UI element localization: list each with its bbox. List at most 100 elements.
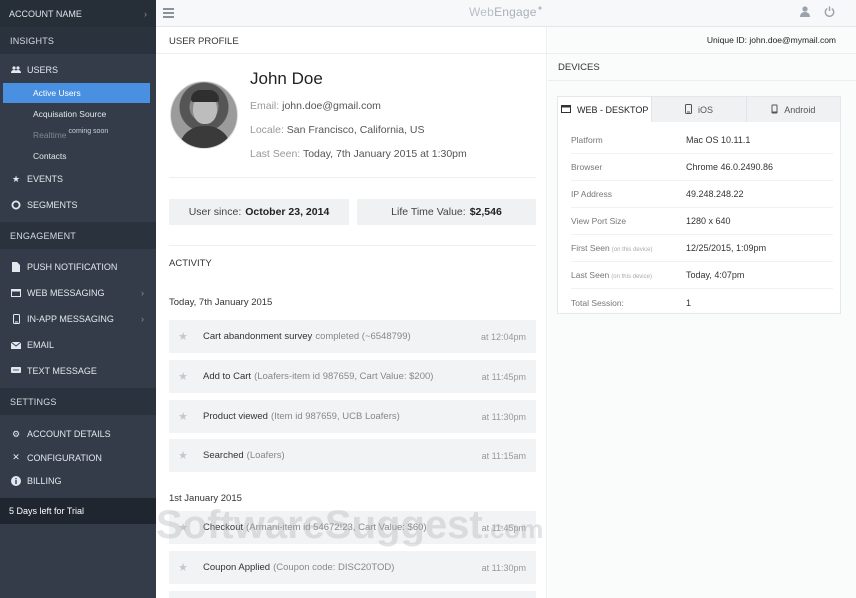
devices-column: DEVICES WEB - DESKTOP iOS Android Platfo… <box>548 27 856 598</box>
activity-time: at 11:30pm <box>481 411 526 422</box>
device-row-value: 49.248.248.22 <box>686 189 744 199</box>
sidebar-item-users[interactable]: USERS <box>0 57 156 83</box>
sparkle-icon: ✦ <box>536 4 544 13</box>
activity-item[interactable] <box>169 591 536 598</box>
section-insights: INSIGHTS <box>0 27 156 54</box>
tab-android[interactable]: Android <box>747 97 840 122</box>
device-row-value: 1 <box>686 297 692 308</box>
chevron-right-icon: › <box>144 8 147 19</box>
devices-title: DEVICES <box>558 62 600 73</box>
email-value: john.doe@gmail.com <box>282 100 381 112</box>
sidebar-item-in-app-messaging[interactable]: IN-APP MESSAGING › <box>0 306 156 332</box>
trial-status[interactable]: 5 Days left for Trial <box>0 498 156 524</box>
activity-item[interactable]: ★ Checkout (Armani-item id 54672!23, Car… <box>169 511 536 544</box>
star-icon[interactable]: ★ <box>169 521 197 534</box>
sidebar-item-label: WEB MESSAGING <box>27 288 105 298</box>
unique-id: Unique ID: john.doe@mymail.com <box>707 35 836 45</box>
activity-item[interactable]: ★ Product viewed (Item id 987659, UCB Lo… <box>169 400 536 433</box>
page-title: USER PROFILE <box>169 36 239 47</box>
lifetime-value-box: Life Time Value: $2,546 <box>357 199 536 225</box>
star-icon[interactable]: ★ <box>169 561 197 574</box>
activity-label: Add to Cart <box>203 371 252 382</box>
brand-logo-part: Engage <box>494 5 537 19</box>
info-icon <box>10 476 22 486</box>
activity-item[interactable]: ★ Add to Cart (Loafers-item id 987659, C… <box>169 360 536 393</box>
tab-label: iOS <box>697 104 713 115</box>
activity-item[interactable]: ★ Cart abandonment survey completed (~65… <box>169 320 536 353</box>
activity-date-header: Today, 7th January 2015 <box>169 297 273 308</box>
device-row-note: (on this device) <box>611 274 652 280</box>
sidebar-item-configuration[interactable]: ✕ CONFIGURATION <box>0 447 156 468</box>
tab-label: Android <box>784 104 816 115</box>
profile-column: USER PROFILE John Doe Email: john.doe@gm… <box>156 27 547 598</box>
main-content: USER PROFILE John Doe Email: john.doe@gm… <box>156 27 856 598</box>
sidebar-item-active-users[interactable]: Active Users <box>3 83 150 103</box>
sidebar-item-email[interactable]: EMAIL <box>0 332 156 358</box>
device-row-note: (on this device) <box>611 247 653 253</box>
sidebar-item-text-message[interactable]: TEXT MESSAGE <box>0 358 156 384</box>
hamburger-menu-icon[interactable] <box>163 8 174 18</box>
activity-detail: completed (~6548799) <box>315 331 411 342</box>
section-settings: SETTINGS <box>0 388 156 415</box>
sidebar-item-billing[interactable]: BILLING <box>0 468 156 494</box>
divider <box>548 80 856 81</box>
activity-detail: (Loafers) <box>246 450 285 461</box>
device-row-value: 1280 x 640 <box>686 216 731 226</box>
tab-label: WEB - DESKTOP <box>576 104 649 115</box>
sidebar-item-acquisition-source[interactable]: Acquisation Source <box>0 103 156 124</box>
locale-value: San Francisco, California, US <box>286 124 425 136</box>
activity-label: Product viewed <box>203 411 268 422</box>
account-name-selector[interactable]: ACCOUNT NAME › <box>0 0 156 27</box>
gear-icon: ⚙ <box>11 428 21 439</box>
last-seen-line: Last Seen: Today, 7th January 2015 at 1:… <box>250 148 467 160</box>
sidebar-item-contacts[interactable]: Contacts <box>0 145 156 166</box>
avatar <box>170 81 238 149</box>
activity-item[interactable]: ★ Coupon Applied (Coupon code: DISC20TOD… <box>169 551 536 584</box>
sidebar-item-label: SEGMENTS <box>27 200 78 210</box>
star-icon[interactable]: ★ <box>169 410 197 423</box>
mobile-phone-icon <box>10 314 22 324</box>
star-icon[interactable]: ★ <box>169 449 197 462</box>
user-icon[interactable] <box>800 6 810 20</box>
activity-time: at 12:04pm <box>480 331 526 342</box>
activity-detail: (Armani-item id 54672!23, Cart Value: $6… <box>246 522 427 533</box>
device-row-browser: Browser Chrome 46.0.2490.86 <box>571 154 833 181</box>
device-card: WEB - DESKTOP iOS Android Platform Mac O… <box>557 96 841 314</box>
email-label: Email: <box>250 100 280 112</box>
sidebar-item-push-notification[interactable]: PUSH NOTIFICATION <box>0 254 156 280</box>
sidebar-item-label: USERS <box>27 65 59 75</box>
device-row-key: Platform <box>571 135 603 145</box>
divider <box>169 177 536 178</box>
segments-icon <box>10 200 22 210</box>
envelope-icon <box>10 341 22 349</box>
tab-web-desktop[interactable]: WEB - DESKTOP <box>558 97 653 122</box>
activity-time: at 11:45pm <box>481 371 526 382</box>
star-icon[interactable]: ★ <box>169 370 197 383</box>
sidebar-item-events[interactable]: ★ EVENTS <box>0 166 156 192</box>
activity-label: Checkout <box>203 522 244 533</box>
lifetime-value-label: Life Time Value: <box>391 206 466 218</box>
sidebar-item-label: TEXT MESSAGE <box>27 366 97 376</box>
sidebar-item-web-messaging[interactable]: WEB MESSAGING › <box>0 280 156 306</box>
activity-item[interactable]: ★ Searched (Loafers) at 11:15am <box>169 439 536 472</box>
sidebar-item-label: ACCOUNT DETAILS <box>27 429 111 439</box>
sidebar-item-label: IN-APP MESSAGING <box>27 314 114 324</box>
user-name: John Doe <box>250 69 323 88</box>
activity-label: Cart abandonment survey <box>203 331 313 342</box>
section-engagement: ENGAGEMENT <box>0 222 156 249</box>
star-icon[interactable]: ★ <box>169 330 197 343</box>
device-row-ip-address: IP Address 49.248.248.22 <box>571 181 833 208</box>
lifetime-value: $2,546 <box>469 206 502 218</box>
sidebar-item-label: PUSH NOTIFICATION <box>27 262 118 272</box>
sidebar-item-segments[interactable]: SEGMENTS <box>0 192 156 218</box>
sidebar-item-label: BILLING <box>27 476 62 486</box>
user-since-label: User since: <box>188 206 242 218</box>
sidebar-item-label: EVENTS <box>27 174 64 184</box>
tab-ios[interactable]: iOS <box>652 97 747 122</box>
device-row-key: View Port Size <box>571 216 627 226</box>
power-icon[interactable] <box>824 6 835 20</box>
browser-window-icon <box>10 289 22 297</box>
last-seen-value: Today, 7th January 2015 at 1:30pm <box>302 148 467 160</box>
sidebar-item-account-details[interactable]: ⚙ ACCOUNT DETAILS <box>0 421 156 447</box>
activity-time: at 11:30pm <box>481 562 526 573</box>
